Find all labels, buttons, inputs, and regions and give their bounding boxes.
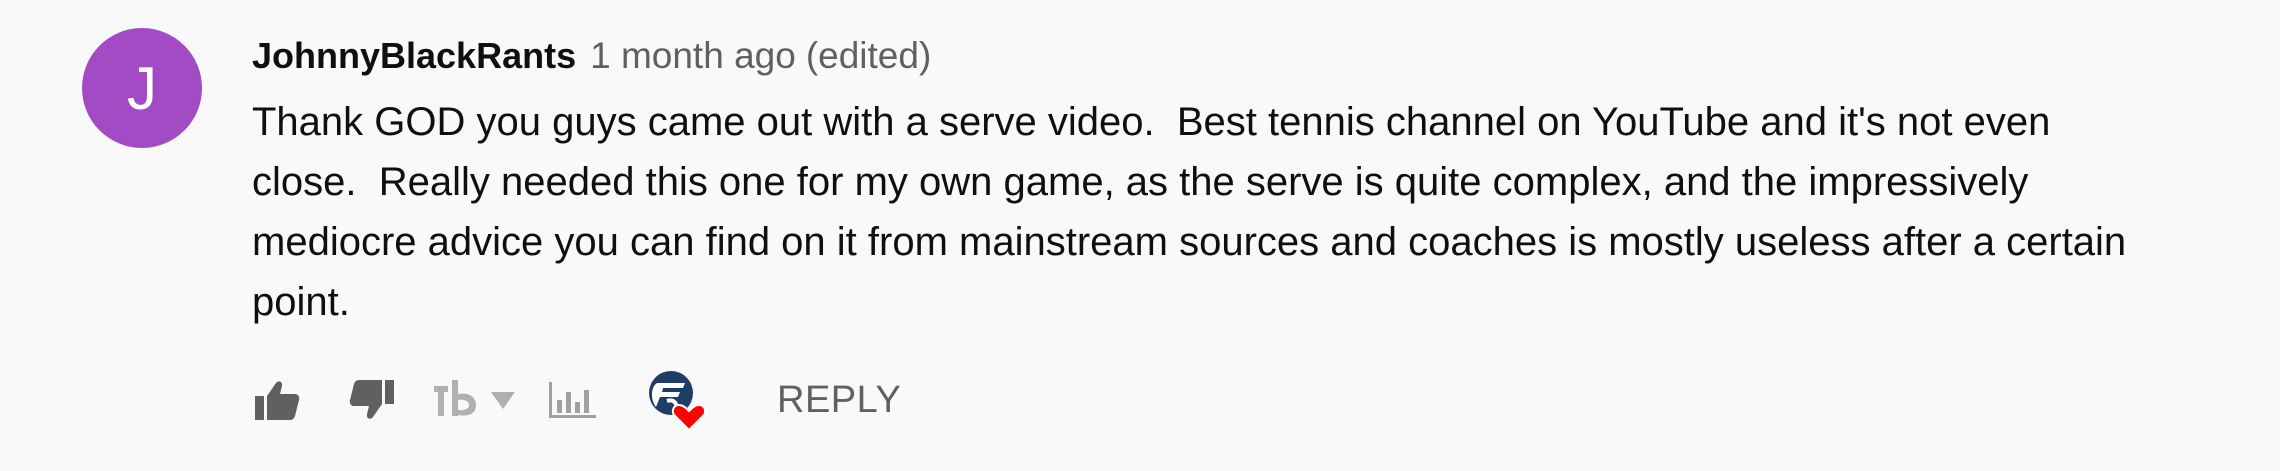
comment-header: JohnnyBlackRants 1 month ago (edited) <box>252 28 2152 84</box>
comment-body: JohnnyBlackRants 1 month ago (edited) Tha… <box>252 28 2152 332</box>
avatar[interactable]: J <box>82 28 202 148</box>
extension-menu-button[interactable] <box>430 370 520 430</box>
tb-extension-icon <box>434 380 480 420</box>
like-button[interactable] <box>252 370 302 430</box>
author-name[interactable]: JohnnyBlackRants <box>252 35 576 77</box>
bar-chart-icon <box>547 380 597 420</box>
creator-heart-icon <box>647 369 707 431</box>
stats-button[interactable] <box>545 370 599 430</box>
timestamp-text[interactable]: 1 month ago <box>590 35 796 76</box>
reply-button[interactable]: REPLY <box>777 370 901 430</box>
chevron-down-icon <box>490 390 516 410</box>
comment-toolbar: REPLY <box>252 369 952 431</box>
edited-label: (edited) <box>805 35 932 76</box>
avatar-initial: J <box>127 54 157 122</box>
thumb-up-icon <box>254 379 300 421</box>
dislike-button[interactable] <box>347 370 397 430</box>
comment-text: Thank GOD you guys came out with a serve… <box>252 100 2138 324</box>
thumb-down-icon <box>349 379 395 421</box>
comment-timestamp[interactable]: 1 month ago (edited) <box>590 35 931 77</box>
creator-heart <box>647 369 707 431</box>
